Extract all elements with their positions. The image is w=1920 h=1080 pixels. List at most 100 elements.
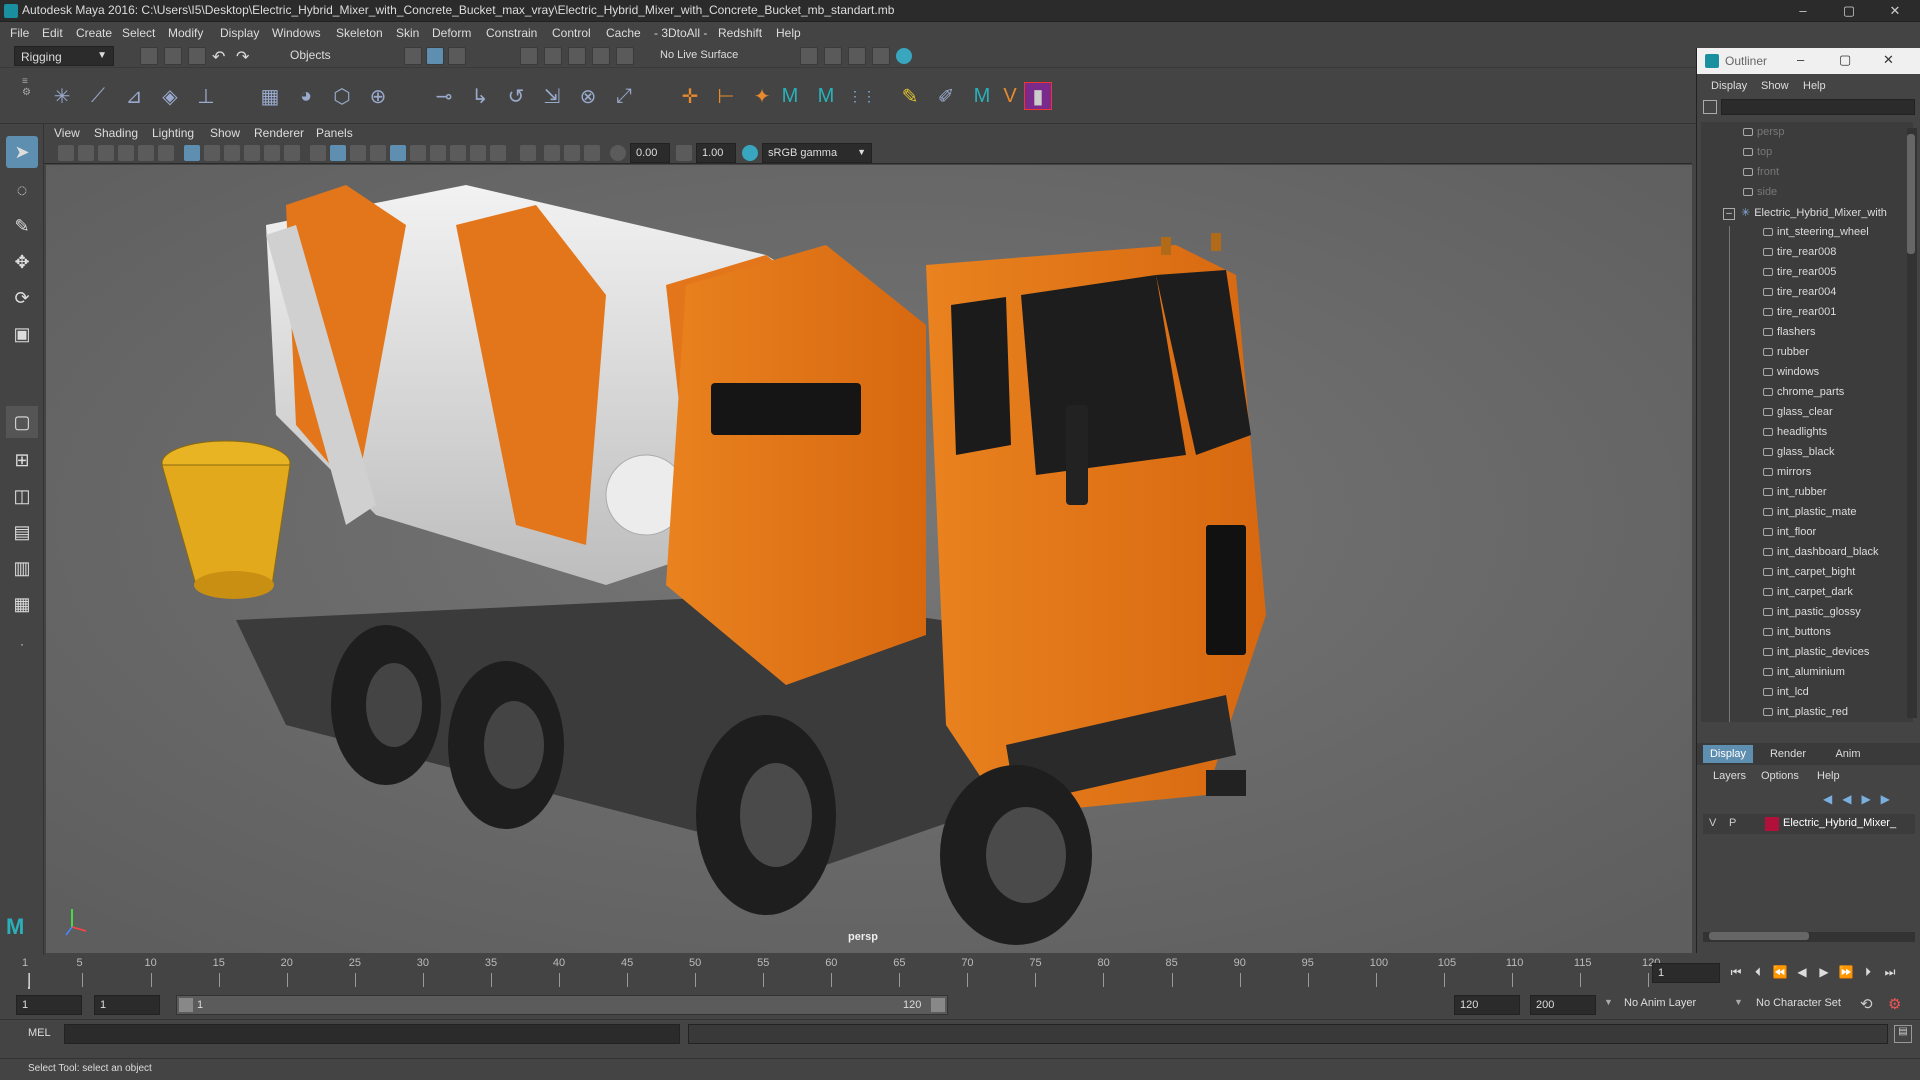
menu-windows[interactable]: Windows (272, 26, 321, 40)
outliner-item[interactable]: glass_clear (1763, 406, 1913, 426)
use-lights-icon[interactable] (390, 145, 406, 161)
outliner-maximize-button[interactable]: ▢ (1839, 52, 1851, 68)
chevron-down-icon[interactable]: ▼ (1604, 997, 1613, 1007)
3dtoall-icon-2[interactable]: M (812, 82, 840, 110)
render-current-icon[interactable] (824, 47, 842, 65)
grid-toggle-icon[interactable] (184, 145, 200, 161)
outliner-camera-persp[interactable]: persp (1743, 126, 1913, 146)
outliner-close-button[interactable]: ✕ (1883, 52, 1894, 68)
outliner-menu-display[interactable]: Display (1711, 80, 1747, 92)
select-by-hierarchy-icon[interactable] (404, 47, 422, 65)
motion-blur-icon[interactable] (450, 145, 466, 161)
character-set-dropdown[interactable]: No Character Set (1756, 997, 1841, 1009)
menu-control[interactable]: Control (552, 26, 591, 40)
aim-constraint-icon[interactable]: ↳ (466, 82, 494, 110)
vp-menu-renderer[interactable]: Renderer (254, 126, 304, 140)
outliner-minimize-button[interactable]: – (1797, 52, 1804, 67)
vp-menu-view[interactable]: View (54, 126, 80, 140)
preferences-icon[interactable]: ⚙ (1888, 995, 1901, 1013)
outliner-item[interactable]: headlights (1763, 426, 1913, 446)
vp-menu-show[interactable]: Show (210, 126, 240, 140)
command-input[interactable] (64, 1024, 680, 1044)
insert-joint-icon[interactable]: ◈ (156, 82, 184, 110)
menu-create[interactable]: Create (76, 26, 112, 40)
range-start-handle[interactable] (179, 998, 193, 1012)
gamma-field[interactable]: 1.00 (696, 143, 736, 163)
script-editor-icon[interactable]: ▤ (1894, 1025, 1912, 1043)
select-by-component-icon[interactable] (448, 47, 466, 65)
outliner-item[interactable]: tire_rear008 (1763, 246, 1913, 266)
menu-cache[interactable]: Cache (606, 26, 641, 40)
ipr-render-icon[interactable] (848, 47, 866, 65)
textured-icon[interactable] (370, 145, 386, 161)
pole-vector-icon[interactable]: ⤢ (610, 82, 638, 110)
outliner-layout-icon[interactable]: ▤ (6, 516, 38, 548)
outliner-camera-front[interactable]: front (1743, 166, 1913, 186)
brush-icon[interactable]: ✎ (896, 82, 924, 110)
set-driven-key-icon[interactable]: ⊢ (712, 82, 740, 110)
vp-menu-panels[interactable]: Panels (316, 126, 353, 140)
move-tool-icon[interactable]: ✥ (6, 246, 38, 278)
range-bar[interactable]: 1 120 (176, 995, 948, 1015)
lattice-icon[interactable]: ⬡ (328, 82, 356, 110)
anim-layer-dropdown[interactable]: No Anim Layer (1624, 997, 1696, 1009)
colorspace-dropdown[interactable]: sRGB gamma ▼ (762, 143, 872, 163)
safe-action-icon[interactable] (284, 145, 300, 161)
go-to-end-button[interactable]: ⏭ (1880, 963, 1900, 981)
tab-anim[interactable]: Anim (1823, 745, 1873, 763)
scroll-thumb[interactable] (1907, 134, 1915, 254)
orient-constraint-icon[interactable]: ↺ (502, 82, 530, 110)
snap-live-icon[interactable] (616, 47, 634, 65)
outliner-item[interactable]: flashers (1763, 326, 1913, 346)
joint-tool-icon[interactable]: ✳ (48, 82, 76, 110)
outliner-camera-top[interactable]: top (1743, 146, 1913, 166)
selection-mode-dropdown[interactable]: Objects (276, 48, 376, 66)
menu-3dtoall[interactable]: - 3DtoAll - (654, 26, 707, 40)
paint-weights-icon[interactable]: ◕ (292, 82, 320, 110)
outliner-item[interactable]: int_aluminium (1763, 666, 1913, 686)
current-frame-field[interactable]: 1 (1652, 963, 1720, 983)
layer-playback-toggle[interactable]: P (1729, 817, 1736, 829)
cluster-icon[interactable]: ⊕ (364, 82, 392, 110)
outliner-item[interactable]: int_dashboard_black (1763, 546, 1913, 566)
outliner-item[interactable]: windows (1763, 366, 1913, 386)
single-layout-icon[interactable]: ▢ (6, 406, 38, 438)
outliner-item[interactable]: int_lcd (1763, 686, 1913, 706)
rotate-tool-icon[interactable]: ⟳ (6, 282, 38, 314)
gamma-icon[interactable] (676, 145, 692, 161)
step-forward-key-button[interactable]: ⏩ (1836, 963, 1856, 981)
mode-dropdown[interactable]: Rigging ▼ (14, 46, 114, 66)
menu-edit[interactable]: Edit (42, 26, 63, 40)
exposure-field[interactable]: 0.00 (630, 143, 670, 163)
scroll-thumb[interactable] (1709, 932, 1809, 940)
menu-constrain[interactable]: Constrain (486, 26, 537, 40)
layer-color-swatch[interactable] (1765, 817, 1779, 831)
layer-visibility-toggle[interactable]: V (1709, 817, 1716, 829)
collapse-icon[interactable]: – (1723, 208, 1735, 220)
redo-icon[interactable]: ↷ (236, 47, 254, 66)
menu-select[interactable]: Select (122, 26, 155, 40)
outliner-item[interactable]: glass_black (1763, 446, 1913, 466)
snap-view-plane-icon[interactable] (592, 47, 610, 65)
color-management-icon[interactable] (742, 145, 758, 161)
outliner-camera-side[interactable]: side (1743, 186, 1913, 206)
outliner-item[interactable]: int_carpet_bight (1763, 566, 1913, 586)
resolution-gate-icon[interactable] (224, 145, 240, 161)
wireframe-icon[interactable] (310, 145, 326, 161)
gate-mask-icon[interactable] (244, 145, 260, 161)
camera-attr-icon[interactable] (78, 145, 94, 161)
2d-pan-icon[interactable] (138, 145, 154, 161)
play-backwards-button[interactable]: ◀ (1792, 963, 1812, 981)
end-time-field[interactable]: 200 (1530, 995, 1596, 1015)
time-slider[interactable]: 1 5 10 15 20 25 30 35 40 45 50 55 60 65 70 75 80 85 90 95 10… (0, 955, 1920, 991)
play-forwards-button[interactable]: ▶ (1814, 963, 1834, 981)
more-layouts-icon[interactable]: · (6, 628, 38, 660)
outliner-item[interactable]: int_pastic_glossy (1763, 606, 1913, 626)
outliner-search-input[interactable] (1721, 99, 1915, 115)
outliner-item[interactable]: int_buttons (1763, 626, 1913, 646)
ambient-occlusion-icon[interactable] (430, 145, 446, 161)
layer-menu-options[interactable]: Options (1761, 770, 1799, 782)
playback-end-field[interactable]: 120 (1454, 995, 1520, 1015)
mirror-joint-icon[interactable]: ⊥ (192, 82, 220, 110)
bookmark-icon[interactable] (98, 145, 114, 161)
